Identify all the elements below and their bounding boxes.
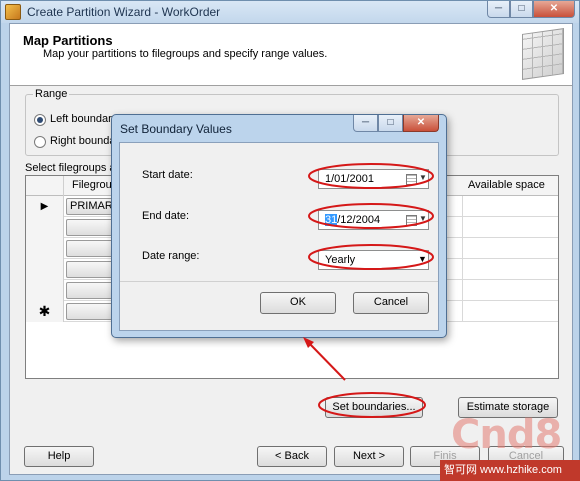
set-boundary-values-dialog: Set Boundary Values ─ □ ✕ Start date: 1/… xyxy=(111,114,447,338)
close-button[interactable]: ✕ xyxy=(533,1,575,18)
page-title: Map Partitions xyxy=(23,33,113,48)
maximize-button[interactable]: □ xyxy=(510,1,533,18)
title-bar[interactable]: Create Partition Wizard - WorkOrder ─ □ … xyxy=(1,1,579,23)
date-range-select[interactable]: Yearly ▼ xyxy=(318,250,429,270)
row-selector-header xyxy=(26,176,64,196)
start-date-picker[interactable]: 1/01/2001 ▼ xyxy=(318,169,429,189)
dialog-minimize-button[interactable]: ─ xyxy=(353,115,378,132)
window-title: Create Partition Wizard - WorkOrder xyxy=(27,5,221,19)
calendar-icon[interactable] xyxy=(406,174,417,185)
chevron-down-icon[interactable]: ▼ xyxy=(419,214,427,223)
end-date-value[interactable]: 31/12/2004 xyxy=(325,214,380,226)
date-range-label: Date range: xyxy=(142,250,200,262)
help-button[interactable]: Help xyxy=(24,446,94,467)
end-date-picker[interactable]: 31/12/2004 ▼ xyxy=(318,210,429,230)
grid-label: Select filegroups ar xyxy=(25,162,120,174)
wizard-header: Map Partitions Map your partitions to fi… xyxy=(10,24,572,86)
range-legend: Range xyxy=(33,88,70,100)
minimize-button[interactable]: ─ xyxy=(487,1,510,18)
set-boundaries-button[interactable]: Set boundaries... xyxy=(325,397,423,418)
chevron-down-icon[interactable]: ▼ xyxy=(418,254,427,264)
end-date-rest: /12/2004 xyxy=(337,214,381,226)
next-button[interactable]: Next > xyxy=(334,446,404,467)
watermark-site: 智可网 www.hzhike.com xyxy=(440,460,580,481)
dialog-divider xyxy=(120,281,438,282)
dialog-body: Start date: 1/01/2001 ▼ End date: 31/12/… xyxy=(119,142,439,331)
back-button[interactable]: < Back xyxy=(257,446,327,467)
right-boundary-label[interactable]: Right boundar xyxy=(50,135,119,147)
end-date-label: End date: xyxy=(142,210,190,222)
available-space-column-header[interactable]: Available space xyxy=(462,176,558,196)
left-boundary-radio[interactable] xyxy=(34,114,46,126)
row-pointer-icon: ▶ xyxy=(26,196,64,217)
new-row-icon: ✱ xyxy=(26,301,64,322)
dialog-title: Set Boundary Values xyxy=(120,122,232,136)
row-selector xyxy=(26,217,64,238)
dialog-maximize-button[interactable]: □ xyxy=(378,115,403,132)
dialog-close-button[interactable]: ✕ xyxy=(403,115,439,132)
cube-logo-icon xyxy=(522,28,564,80)
start-date-label: Start date: xyxy=(142,169,193,181)
right-boundary-radio[interactable] xyxy=(34,136,46,148)
dialog-cancel-button[interactable]: Cancel xyxy=(353,292,429,314)
left-boundary-label[interactable]: Left boundary xyxy=(50,113,117,125)
row-selector xyxy=(26,280,64,301)
start-date-value[interactable]: 1/01/2001 xyxy=(325,173,374,185)
end-date-selected-day[interactable]: 31 xyxy=(325,214,338,226)
calendar-icon[interactable] xyxy=(406,215,417,226)
row-selector xyxy=(26,259,64,280)
chevron-down-icon[interactable]: ▼ xyxy=(419,173,427,182)
ok-button[interactable]: OK xyxy=(260,292,336,314)
watermark-logo: Cnd8 xyxy=(451,412,562,458)
page-subtitle: Map your partitions to filegroups and sp… xyxy=(43,48,328,60)
date-range-value[interactable]: Yearly xyxy=(325,254,355,266)
row-selector xyxy=(26,238,64,259)
wizard-icon xyxy=(5,4,21,20)
